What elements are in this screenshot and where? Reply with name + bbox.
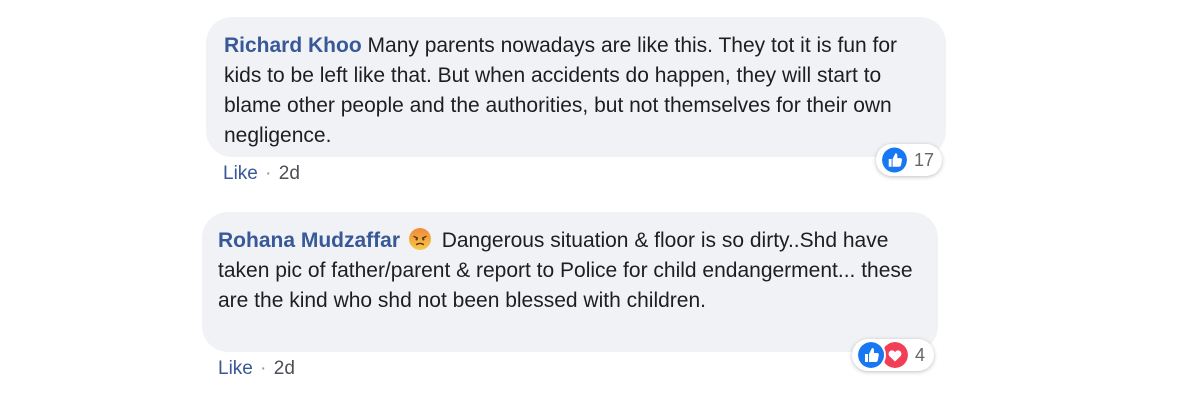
angry-face-icon xyxy=(408,228,431,250)
like-icon xyxy=(856,340,886,370)
reactions-summary[interactable]: 17 xyxy=(876,144,942,176)
like-icon xyxy=(880,145,909,175)
like-button[interactable]: Like xyxy=(218,358,253,379)
reaction-count: 17 xyxy=(913,149,934,170)
comment-actions: Like · 2d xyxy=(223,163,300,185)
separator-dot: · xyxy=(265,163,272,184)
like-button[interactable]: Like xyxy=(223,163,258,184)
reactions-summary[interactable]: 4 xyxy=(852,339,934,371)
comment-author-name[interactable]: Rohana Mudzaffar xyxy=(218,229,400,252)
comment-author-name[interactable]: Richard Khoo xyxy=(224,34,362,57)
comment-actions: Like · 2d xyxy=(218,358,295,380)
timestamp[interactable]: 2d xyxy=(274,358,295,379)
reaction-count: 4 xyxy=(915,344,926,365)
separator-dot: · xyxy=(260,358,267,379)
timestamp[interactable]: 2d xyxy=(279,163,300,184)
comment-bubble: Rohana Mudzaffar Dangerous situation & f… xyxy=(202,212,938,352)
comment-bubble: Richard Khoo Many parents nowadays are l… xyxy=(206,17,946,157)
